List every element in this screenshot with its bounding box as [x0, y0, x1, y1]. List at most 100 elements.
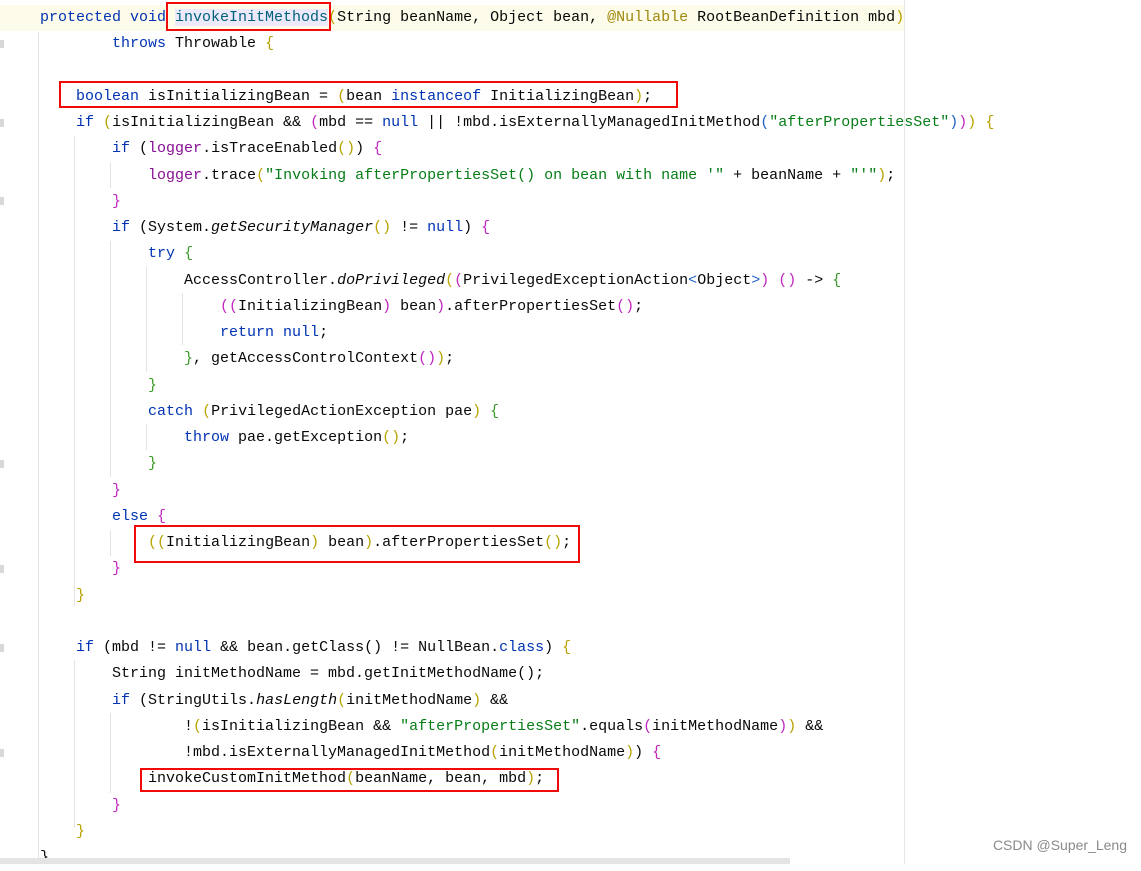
code-line[interactable]: if (mbd != null && bean.getClass() != Nu…: [40, 635, 994, 661]
code-token: ): [463, 219, 482, 236]
code-token: logger: [148, 166, 203, 184]
code-token: if: [112, 219, 131, 236]
code-token: InitializingBean: [238, 297, 383, 315]
code-line[interactable]: String initMethodName = mbd.getInitMetho…: [40, 661, 994, 687]
code-line[interactable]: }: [40, 451, 994, 477]
code-token: {: [265, 35, 275, 53]
code-token: null: [175, 639, 212, 656]
code-token: &&: [796, 717, 824, 735]
code-token: ): [787, 717, 797, 735]
code-line[interactable]: if (logger.isTraceEnabled()) {: [40, 136, 994, 162]
code-line[interactable]: AccessController.doPrivileged((Privilege…: [40, 268, 994, 294]
code-token: PrivilegedActionException pae: [211, 402, 473, 420]
code-line[interactable]: if (isInitializingBean && (mbd == null |…: [40, 110, 994, 136]
code-token: (: [256, 166, 266, 184]
indent-guide: [38, 32, 39, 858]
code-token: .equals: [580, 717, 644, 735]
code-token: && bean.getClass() != NullBean.: [211, 639, 500, 656]
code-line[interactable]: }: [40, 189, 994, 215]
code-token: "Invoking afterPropertiesSet() on bean w…: [265, 166, 725, 184]
highlight-box-afterPropertiesSet: [134, 525, 580, 563]
code-token: (: [337, 691, 347, 709]
code-token: {: [373, 140, 383, 158]
code-token: + beanName +: [724, 166, 851, 184]
code-line[interactable]: throw pae.getException();: [40, 425, 994, 451]
code-line[interactable]: try {: [40, 241, 994, 267]
code-token: initMethodName: [346, 691, 473, 709]
code-line[interactable]: logger.trace("Invoking afterPropertiesSe…: [40, 163, 994, 189]
code-token: "afterPropertiesSet": [400, 717, 581, 735]
fold-marker-icon[interactable]: [0, 460, 4, 468]
horizontal-scrollbar[interactable]: [0, 858, 790, 864]
code-line[interactable]: }: [40, 793, 994, 819]
code-line[interactable]: if (StringUtils.hasLength(initMethodName…: [40, 688, 994, 714]
fold-marker-icon[interactable]: [0, 749, 4, 757]
code-token: ): [634, 744, 653, 761]
code-token: hasLength: [256, 691, 338, 709]
code-token: (): [418, 350, 437, 368]
code-token: else: [112, 507, 149, 525]
code-token: (: [454, 271, 464, 289]
code-token: "afterPropertiesSet": [769, 114, 950, 131]
code-editor[interactable]: protected void invokeInitMethods(String …: [0, 0, 1141, 866]
code-line[interactable]: !(isInitializingBean && "afterProperties…: [40, 714, 994, 740]
code-token: mbd ==: [319, 114, 383, 131]
code-token: (: [760, 114, 770, 131]
code-token: <: [688, 271, 698, 289]
code-token: (System.: [130, 219, 212, 236]
code-token: ): [877, 166, 887, 184]
code-token: (: [643, 717, 653, 735]
code-line[interactable]: ((InitializingBean) bean).afterPropertie…: [40, 294, 994, 320]
code-token: ): [778, 717, 788, 735]
code-line[interactable]: }: [40, 819, 994, 845]
code-line[interactable]: throws Throwable {: [40, 31, 994, 57]
fold-marker-icon[interactable]: [0, 40, 4, 48]
code-line[interactable]: [40, 609, 994, 635]
code-token: RootBeanDefinition mbd: [688, 9, 896, 26]
code-token: }: [148, 376, 158, 394]
code-token: }: [112, 796, 122, 814]
code-token: ;: [886, 166, 896, 184]
code-line[interactable]: !mbd.isExternallyManagedInitMethod(initM…: [40, 740, 994, 766]
code-line[interactable]: [40, 58, 994, 84]
code-line[interactable]: }: [40, 478, 994, 504]
code-line[interactable]: }: [40, 373, 994, 399]
code-text[interactable]: protected void invokeInitMethods(String …: [40, 5, 994, 871]
code-line[interactable]: }: [40, 583, 994, 609]
code-token: String beanName, Object bean,: [337, 9, 608, 26]
fold-marker-icon[interactable]: [0, 197, 4, 205]
code-token: ): [436, 297, 446, 315]
code-token: ): [895, 9, 905, 26]
code-line[interactable]: }, getAccessControlContext());: [40, 346, 994, 372]
code-token: class: [499, 639, 545, 656]
fold-marker-icon[interactable]: [0, 644, 4, 652]
code-token: bean: [391, 297, 437, 315]
code-line[interactable]: catch (PrivilegedActionException pae) {: [40, 399, 994, 425]
fold-marker-icon[interactable]: [0, 119, 4, 127]
code-token: ((: [220, 297, 239, 315]
code-token: (: [445, 271, 455, 289]
code-token: throws: [112, 35, 167, 53]
code-line[interactable]: return null;: [40, 320, 994, 346]
code-token: Throwable: [166, 35, 266, 53]
code-token: Object: [697, 271, 752, 289]
code-token: if: [112, 691, 131, 709]
code-token: ;: [634, 297, 644, 315]
code-token: ): [967, 114, 977, 131]
code-token: }: [112, 560, 122, 578]
code-token: , getAccessControlContext: [193, 350, 419, 368]
fold-marker-icon[interactable]: [0, 565, 4, 573]
code-token: .afterPropertiesSet: [445, 297, 617, 315]
code-line[interactable]: if (System.getSecurityManager() != null)…: [40, 215, 994, 241]
code-token: catch: [148, 402, 194, 420]
code-token: initMethodName: [499, 744, 626, 761]
